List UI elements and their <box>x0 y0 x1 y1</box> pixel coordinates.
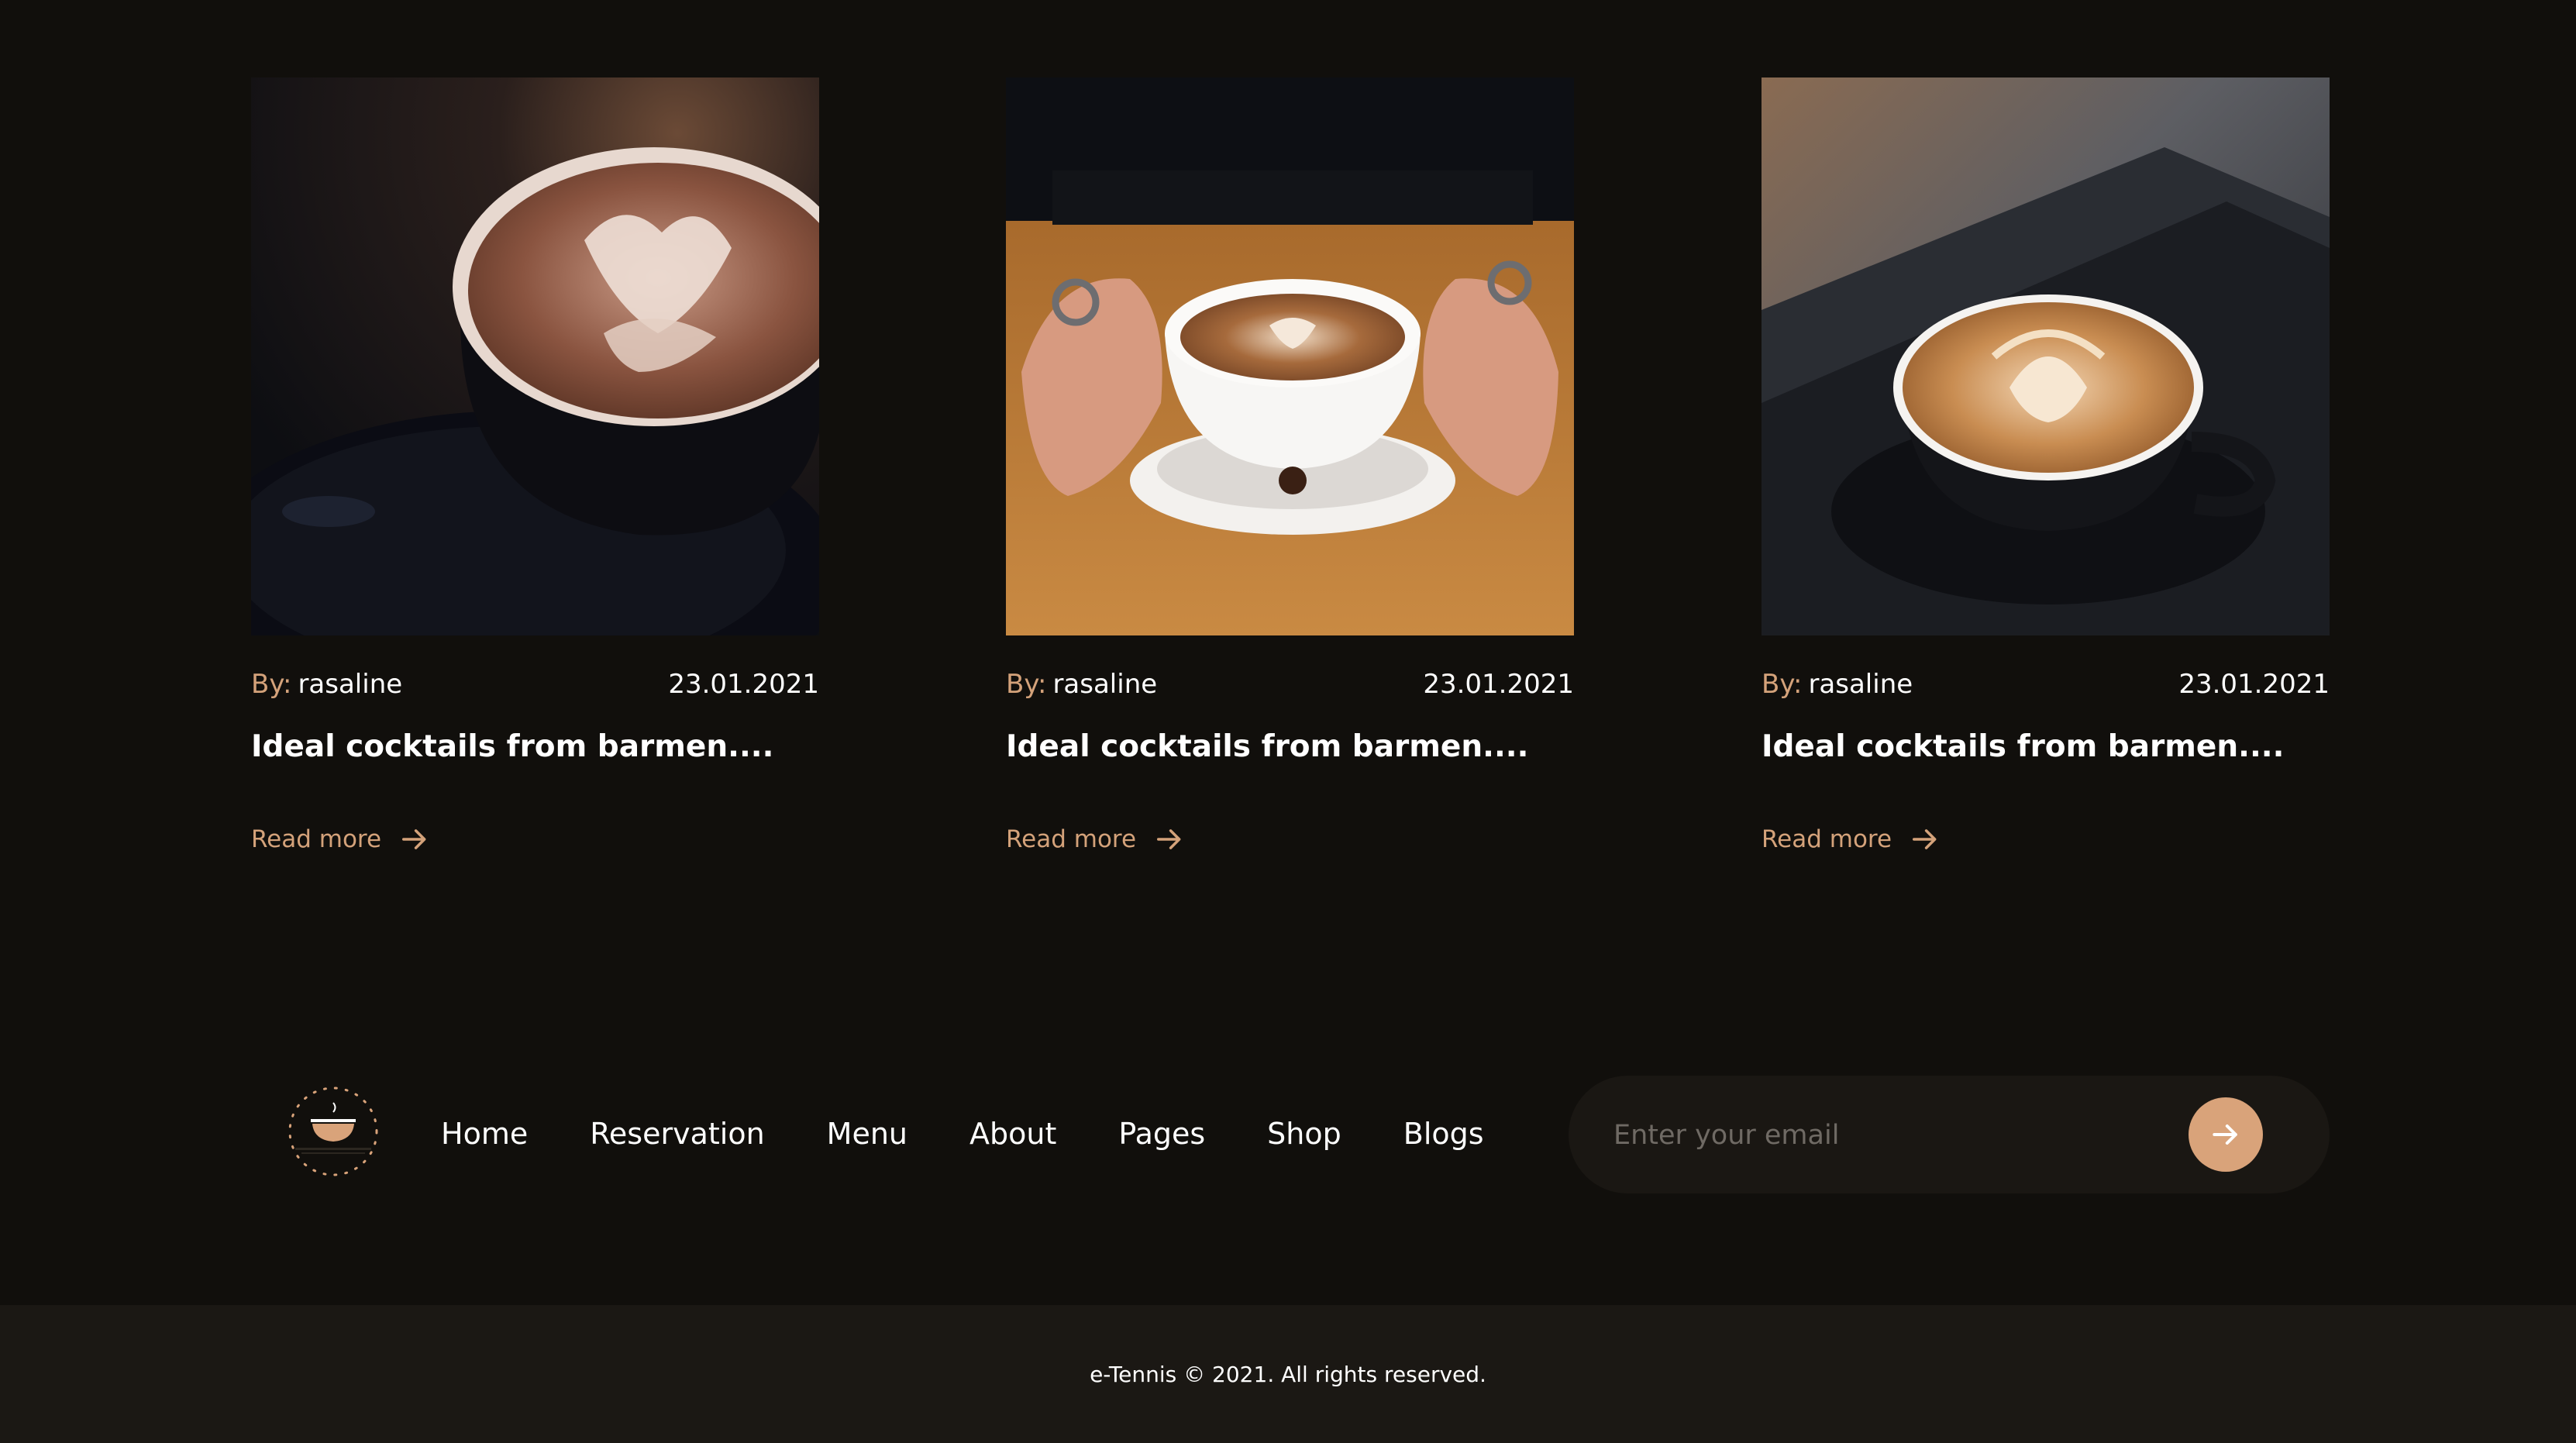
author-prefix: By: <box>251 669 292 700</box>
author-name[interactable]: rasaline <box>1052 669 1157 700</box>
email-input[interactable] <box>1612 1076 2158 1195</box>
arrow-right-icon <box>402 829 426 849</box>
nav-link-home[interactable]: Home <box>441 1117 528 1151</box>
author-name[interactable]: rasaline <box>298 669 402 700</box>
footer-nav: Home Reservation Menu About Pages Shop B… <box>251 1073 2330 1195</box>
nav-link-pages[interactable]: Pages <box>1118 1117 1205 1151</box>
coffee-cup-logo-icon <box>288 1087 378 1176</box>
author-prefix: By: <box>1762 669 1803 700</box>
arrow-right-icon <box>2213 1124 2237 1145</box>
latte-photo <box>1006 77 1574 635</box>
post-date: 23.01.2021 <box>2178 669 2330 700</box>
author-prefix: By: <box>1006 669 1047 700</box>
blog-card-meta: By: rasaline 23.01.2021 <box>251 665 819 704</box>
post-title[interactable]: Ideal cocktails from barmen.... <box>1762 725 2330 769</box>
site-logo[interactable] <box>278 1081 388 1182</box>
nav-link-blogs[interactable]: Blogs <box>1403 1117 1484 1151</box>
read-more-link[interactable]: Read more <box>1762 820 1940 859</box>
blog-card-image[interactable] <box>251 77 819 635</box>
read-more-link[interactable]: Read more <box>1006 820 1184 859</box>
copyright-text: e-Tennis © 2021. All rights reserved. <box>1090 1361 1486 1387</box>
blog-card-meta: By: rasaline 23.01.2021 <box>1006 665 1574 704</box>
arrow-right-icon <box>1913 829 1937 849</box>
blog-card-image[interactable] <box>1762 77 2330 635</box>
blog-card-meta: By: rasaline 23.01.2021 <box>1762 665 2330 704</box>
author-name[interactable]: rasaline <box>1808 669 1913 700</box>
post-title[interactable]: Ideal cocktails from barmen.... <box>251 725 819 769</box>
nav-link-about[interactable]: About <box>969 1117 1056 1151</box>
blog-card-image[interactable] <box>1006 77 1574 635</box>
nav-link-shop[interactable]: Shop <box>1267 1117 1341 1151</box>
read-more-label: Read more <box>251 825 382 853</box>
latte-photo <box>251 77 819 635</box>
post-title[interactable]: Ideal cocktails from barmen.... <box>1006 725 1574 769</box>
post-date: 23.01.2021 <box>668 669 819 700</box>
blog-card: By: rasaline 23.01.2021 Ideal cocktails f… <box>1006 77 1574 883</box>
arrow-right-icon <box>1157 829 1181 849</box>
latte-photo <box>1762 77 2330 635</box>
copyright-bar: e-Tennis © 2021. All rights reserved. <box>0 1305 2576 1443</box>
nav-link-reservation[interactable]: Reservation <box>590 1117 764 1151</box>
subscribe-button[interactable] <box>2189 1097 2263 1172</box>
blog-cards-section: By: rasaline 23.01.2021 Ideal cocktails f… <box>251 77 2330 883</box>
read-more-label: Read more <box>1006 825 1137 853</box>
newsletter-form <box>1569 1076 2330 1195</box>
nav-link-menu[interactable]: Menu <box>827 1117 907 1151</box>
post-date: 23.01.2021 <box>1423 669 1574 700</box>
read-more-link[interactable]: Read more <box>251 820 429 859</box>
blog-card: By: rasaline 23.01.2021 Ideal cocktails f… <box>1762 77 2330 883</box>
read-more-label: Read more <box>1762 825 1892 853</box>
footer-menu: Home Reservation Menu About Pages Shop B… <box>441 1073 1484 1193</box>
blog-card: By: rasaline 23.01.2021 Ideal cocktails f… <box>251 77 819 883</box>
